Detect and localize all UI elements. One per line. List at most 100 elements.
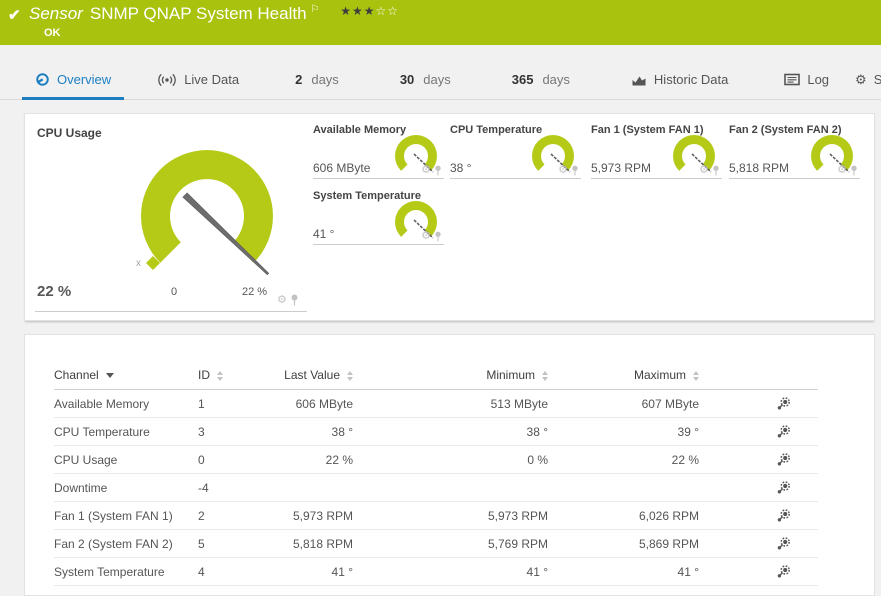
channel-gauge-tile: CPU Temperature 38 ° ⚙ bbox=[450, 120, 581, 179]
sort-icon bbox=[347, 370, 353, 381]
table-row[interactable]: System Temperature 4 41 ° 41 ° 41 ° bbox=[54, 557, 818, 586]
cell-id: 3 bbox=[198, 417, 258, 446]
tab-historic-data[interactable]: Historic Data bbox=[618, 62, 741, 100]
main-gauge-actions[interactable]: ⚙ bbox=[277, 294, 299, 306]
edit-channel-icon[interactable] bbox=[776, 453, 790, 467]
channels-panel: Channel ID Last Value Minimum Maximum Av… bbox=[24, 334, 875, 596]
pin-icon[interactable] bbox=[712, 165, 720, 176]
cell-id: -4 bbox=[198, 473, 258, 502]
cpu-usage-gauge bbox=[140, 150, 273, 276]
pin-icon[interactable] bbox=[434, 231, 442, 242]
gear-icon[interactable]: ⚙ bbox=[421, 165, 431, 176]
channel-gauge-tile: System Temperature 41 ° ⚙ bbox=[313, 186, 444, 245]
cell-maximum: 5,869 RPM bbox=[548, 529, 699, 558]
pin-icon[interactable] bbox=[571, 165, 579, 176]
cell-last-value: 5,818 RPM bbox=[258, 529, 353, 558]
edit-channel-icon[interactable] bbox=[776, 537, 790, 551]
table-row[interactable]: CPU Temperature 3 38 ° 38 ° 39 ° bbox=[54, 417, 818, 446]
cell-last-value: 5,973 RPM bbox=[258, 501, 353, 530]
tab-live-data[interactable]: Live Data bbox=[144, 62, 252, 100]
cell-channel: Fan 1 (System FAN 1) bbox=[54, 501, 198, 530]
status-ok-check-icon: ✔ bbox=[8, 7, 21, 24]
flag-icon: ⚐ bbox=[310, 4, 320, 15]
sort-icon bbox=[693, 370, 699, 381]
cell-maximum: 6,026 RPM bbox=[548, 501, 699, 530]
edit-channel-icon[interactable] bbox=[776, 397, 790, 411]
gear-icon[interactable]: ⚙ bbox=[277, 295, 287, 306]
pin-icon[interactable] bbox=[434, 165, 442, 176]
main-gauge-title: CPU Usage bbox=[37, 126, 102, 140]
cell-channel: Downtime bbox=[54, 473, 198, 502]
column-header-last-value[interactable]: Last Value bbox=[258, 361, 353, 390]
cell-channel: CPU Usage bbox=[54, 445, 198, 474]
cell-id: 1 bbox=[198, 389, 258, 418]
tab-log[interactable]: Log bbox=[771, 62, 842, 100]
column-header-minimum[interactable]: Minimum bbox=[353, 361, 548, 390]
cell-minimum: 513 MByte bbox=[353, 389, 548, 418]
column-header-id[interactable]: ID bbox=[198, 361, 258, 390]
tab-2-days-unit: days bbox=[311, 72, 339, 87]
cell-id: 5 bbox=[198, 529, 258, 558]
table-row[interactable]: CPU Usage 0 22 % 0 % 22 % bbox=[54, 445, 818, 474]
cell-last-value: 38 ° bbox=[258, 417, 353, 446]
tab-historic-data-label: Historic Data bbox=[653, 72, 729, 87]
pin-icon[interactable] bbox=[290, 294, 299, 306]
gear-icon[interactable]: ⚙ bbox=[421, 231, 431, 242]
pin-icon[interactable] bbox=[850, 165, 858, 176]
tab-2-days[interactable]: 2 days bbox=[282, 62, 352, 100]
live-data-icon bbox=[158, 73, 177, 86]
table-row[interactable]: Available Memory 1 606 MByte 513 MByte 6… bbox=[54, 389, 818, 418]
priority-stars-filled[interactable]: ★★★ bbox=[340, 4, 375, 18]
tile-actions[interactable]: ⚙ bbox=[558, 165, 579, 176]
tile-value: 5,973 RPM bbox=[591, 161, 652, 175]
tab-30-days-number: 30 bbox=[399, 72, 415, 87]
tab-bar: Overview Live Data 2 days 30 days 365 da… bbox=[0, 45, 881, 100]
object-kind-label: Sensor bbox=[29, 4, 83, 23]
gauge-scale-max: 22 % bbox=[242, 286, 268, 298]
edit-channel-icon[interactable] bbox=[776, 509, 790, 523]
tab-2-days-number: 2 bbox=[295, 72, 303, 87]
gear-icon[interactable]: ⚙ bbox=[558, 165, 568, 176]
tile-actions[interactable]: ⚙ bbox=[421, 165, 442, 176]
edit-channel-icon[interactable] bbox=[776, 481, 790, 495]
main-gauge-divider bbox=[35, 311, 307, 312]
sensor-header: ✔ Sensor SNMP QNAP System Health ⚐ ★★★☆☆ O… bbox=[0, 0, 881, 45]
gear-icon[interactable]: ⚙ bbox=[837, 165, 847, 176]
tile-actions[interactable]: ⚙ bbox=[421, 231, 442, 242]
column-header-channel[interactable]: Channel bbox=[54, 361, 198, 390]
cell-last-value: 41 ° bbox=[258, 557, 353, 586]
gear-icon: ⚙ bbox=[855, 72, 867, 87]
table-row[interactable]: Downtime -4 bbox=[54, 473, 818, 502]
table-row[interactable]: Fan 1 (System FAN 1) 2 5,973 RPM 5,973 R… bbox=[54, 501, 818, 530]
column-header-maximum[interactable]: Maximum bbox=[548, 361, 699, 390]
tab-settings-label: Settings bbox=[873, 72, 881, 87]
log-icon bbox=[784, 73, 801, 86]
tab-30-days[interactable]: 30 days bbox=[387, 62, 464, 100]
table-row[interactable]: Fan 2 (System FAN 2) 5 5,818 RPM 5,769 R… bbox=[54, 529, 818, 558]
tile-value: 41 ° bbox=[313, 227, 335, 241]
gauge-scale-min: 0 bbox=[171, 286, 178, 298]
page-title: SNMP QNAP System Health bbox=[89, 4, 307, 23]
cell-minimum: 5,769 RPM bbox=[353, 529, 548, 558]
tab-settings[interactable]: ⚙ Settings bbox=[842, 62, 881, 100]
tab-365-days[interactable]: 365 days bbox=[499, 62, 583, 100]
column-header-actions bbox=[699, 361, 818, 390]
cell-channel: System Temperature bbox=[54, 557, 198, 586]
channel-gauge-tile: Available Memory 606 MByte ⚙ bbox=[313, 120, 444, 179]
tile-actions[interactable]: ⚙ bbox=[699, 165, 720, 176]
edit-channel-icon[interactable] bbox=[776, 565, 790, 579]
tab-365-days-number: 365 bbox=[511, 72, 534, 87]
tab-overview[interactable]: Overview bbox=[22, 62, 124, 100]
priority-stars-empty[interactable]: ☆☆ bbox=[376, 4, 400, 18]
cell-last-value: 22 % bbox=[258, 445, 353, 474]
gear-icon[interactable]: ⚙ bbox=[699, 165, 709, 176]
priority-stars[interactable]: ★★★☆☆ bbox=[340, 4, 399, 18]
cpu-usage-value: 22 % bbox=[37, 283, 72, 300]
edit-channel-icon[interactable] bbox=[776, 425, 790, 439]
cell-minimum: 0 % bbox=[353, 445, 548, 474]
tile-title: CPU Temperature bbox=[450, 124, 543, 136]
tile-actions[interactable]: ⚙ bbox=[837, 165, 858, 176]
historic-data-icon bbox=[632, 76, 646, 85]
gauge-axis-label: x bbox=[136, 258, 141, 269]
cell-maximum: 607 MByte bbox=[548, 389, 699, 418]
